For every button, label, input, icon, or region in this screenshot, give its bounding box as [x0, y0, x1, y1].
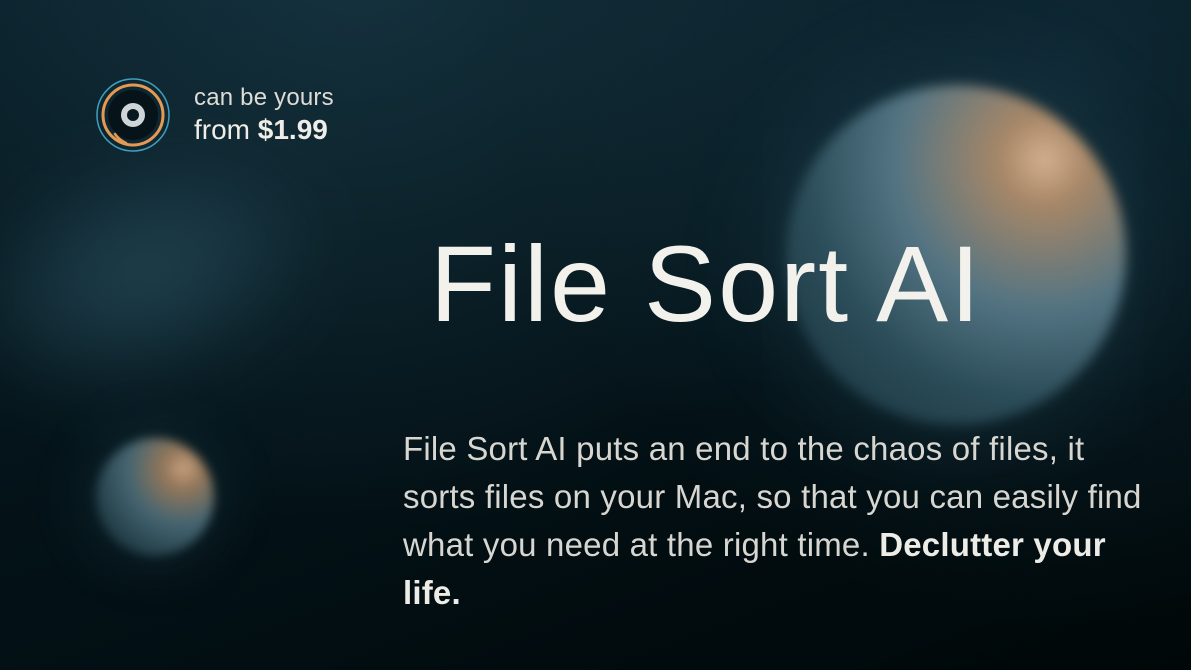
price-value: $1.99 [258, 114, 328, 145]
product-description: File Sort AI puts an end to the chaos of… [403, 425, 1143, 616]
price-text: can be yours from $1.99 [194, 84, 334, 146]
price-badge-row: can be yours from $1.99 [96, 78, 334, 152]
price-from-word: from [194, 114, 250, 145]
product-title: File Sort AI [430, 230, 982, 338]
background-bokeh-blob [0, 115, 345, 435]
app-logo-icon [96, 78, 170, 152]
price-prefix: can be yours [194, 84, 334, 113]
background-orb-small [96, 438, 214, 556]
price-line: from $1.99 [194, 113, 334, 147]
